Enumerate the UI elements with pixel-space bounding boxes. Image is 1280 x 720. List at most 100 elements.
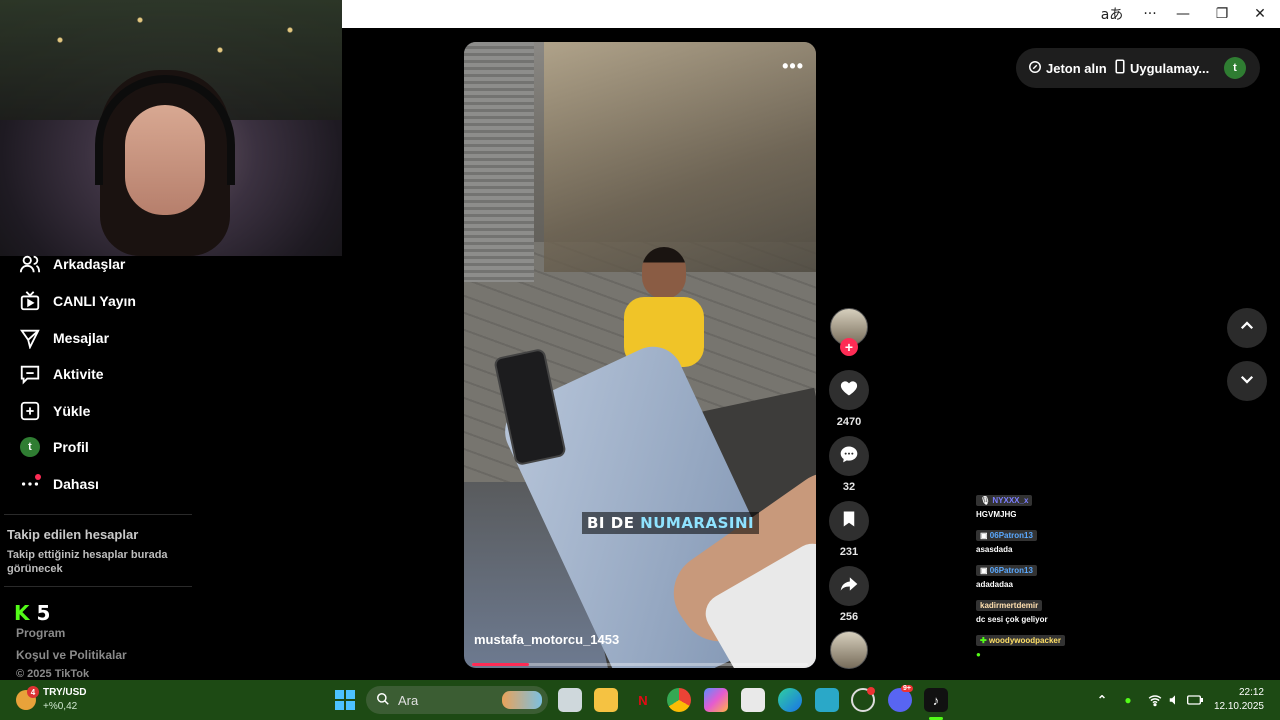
- netflix-icon[interactable]: N: [631, 688, 655, 712]
- chevron-down-icon: [1238, 370, 1256, 393]
- bookmark-icon: [840, 510, 858, 533]
- heart-icon: [839, 378, 859, 403]
- sidebar-item-label: Mesajlar: [53, 330, 110, 346]
- sidebar-item-upload[interactable]: Yükle: [18, 396, 90, 426]
- ticker-change: +%0,42: [43, 701, 78, 712]
- edge-icon[interactable]: [778, 688, 802, 712]
- chat-username-text: kadirmertdemir: [980, 601, 1039, 610]
- sidebar-divider: [4, 514, 192, 515]
- video-author[interactable]: mustafa_motorcu_1453: [474, 632, 619, 647]
- ticker-badge: 4: [27, 686, 39, 698]
- user-avatar[interactable]: t: [1224, 57, 1246, 79]
- previous-video-button[interactable]: [1227, 308, 1267, 348]
- start-button[interactable]: [333, 688, 357, 712]
- profile-avatar-letter: t: [20, 437, 40, 457]
- sound-disc[interactable]: [830, 631, 868, 669]
- translate-icon[interactable]: aあ: [1094, 0, 1130, 28]
- sidebar-item-label: Yükle: [53, 403, 91, 419]
- chevron-up-icon[interactable]: ⌃: [1090, 688, 1114, 712]
- like-button[interactable]: [829, 370, 869, 410]
- minimize-button[interactable]: —: [1165, 0, 1201, 28]
- k5-logo: K K 5 5: [14, 601, 50, 625]
- sidebar-item-friends[interactable]: Arkadaşlar: [18, 249, 125, 279]
- activity-icon: [18, 362, 42, 386]
- sidebar-item-label: CANLI Yayın: [53, 293, 136, 309]
- share-count: 256: [839, 611, 859, 623]
- taskbar: 4 TRY/USD +%0,42 Ara N 9+ ♪ ⌃ ● 22:12 12…: [0, 680, 1280, 720]
- video-scene-shutter: [464, 42, 534, 282]
- video-player[interactable]: ••• BI DE NUMARASINI mustafa_motorcu_145…: [464, 42, 816, 668]
- clock-time[interactable]: 22:12: [1212, 687, 1264, 698]
- clock-date[interactable]: 12.10.2025: [1212, 701, 1264, 712]
- sidebar-item-label: Profil: [53, 439, 89, 455]
- search-icon: [376, 692, 390, 709]
- chat-badge: ▣: [980, 531, 988, 540]
- comment-button[interactable]: [829, 436, 869, 476]
- copilot-icon[interactable]: [704, 688, 728, 712]
- file-explorer-icon[interactable]: [594, 688, 618, 712]
- sidebar-item-live[interactable]: CANLI Yayın: [18, 286, 136, 316]
- search-highlight-image: [502, 691, 542, 709]
- get-app-label: Uygulamay...: [1130, 60, 1210, 76]
- chat-username: 🎙 NYXXX_x: [976, 495, 1033, 506]
- microphone-icon[interactable]: ●: [1116, 688, 1140, 712]
- chat-message: ✚ woodywoodpacker ●: [976, 630, 1106, 659]
- sidebar-item-label: Arkadaşlar: [53, 256, 126, 272]
- tiktok-icon[interactable]: ♪: [924, 688, 948, 712]
- notification-dot: [35, 474, 41, 480]
- more-options-icon[interactable]: ···: [1132, 0, 1168, 28]
- profile-avatar: t: [18, 435, 42, 459]
- kodi-icon[interactable]: [815, 688, 839, 712]
- upload-icon: [18, 399, 42, 423]
- video-menu-icon[interactable]: •••: [782, 56, 804, 77]
- logo-number: 5: [36, 601, 51, 625]
- sidebar-item-profile[interactable]: t Profil: [18, 432, 89, 462]
- sidebar-item-activity[interactable]: Aktivite: [18, 359, 104, 389]
- live-tv-icon: [18, 289, 42, 313]
- chat-message: kadirmertdemir dc sesi çok geliyor: [976, 595, 1106, 624]
- store-icon[interactable]: [741, 688, 765, 712]
- chrome-icon[interactable]: [667, 688, 691, 712]
- coin-icon: [1028, 60, 1042, 77]
- task-view-icon[interactable]: [558, 688, 582, 712]
- video-progress-bar[interactable]: [472, 663, 808, 666]
- chat-text: ●: [976, 650, 981, 659]
- restore-button[interactable]: ❐: [1204, 0, 1240, 28]
- chat-message: 🎙 NYXXX_x HGVMJHG: [976, 490, 1106, 519]
- chat-username: ▣ 06Patron13: [976, 530, 1037, 541]
- chat-username-text: woodywoodpacker: [988, 636, 1061, 645]
- k-logo-mark: K: [14, 601, 30, 625]
- share-icon: [839, 574, 859, 599]
- taskbar-search[interactable]: Ara: [366, 686, 548, 714]
- sidebar-item-label: Aktivite: [53, 366, 104, 382]
- get-app-button[interactable]: Uygulamay...: [1114, 48, 1209, 88]
- video-scene-person-head: [642, 247, 686, 299]
- next-video-button[interactable]: [1227, 361, 1267, 401]
- share-button[interactable]: [829, 566, 869, 606]
- footer-link-terms[interactable]: Koşul ve Politikalar: [16, 648, 127, 662]
- footer-link-program[interactable]: Program: [16, 626, 65, 640]
- battery-icon[interactable]: [1183, 688, 1207, 712]
- chat-username-text: NYXXX_x: [992, 496, 1029, 505]
- follow-button[interactable]: +: [840, 338, 858, 356]
- get-coins-button[interactable]: Jeton alın: [1028, 48, 1107, 88]
- window-titlebar: aあ ··· — ❐ ✕: [342, 0, 1280, 28]
- save-button[interactable]: [829, 501, 869, 541]
- chat-message: ▣ 06Patron13 adadadaa: [976, 560, 1106, 589]
- messages-icon: [18, 326, 42, 350]
- comment-icon: [839, 444, 859, 469]
- sidebar-item-more[interactable]: Dahası: [18, 469, 99, 499]
- sidebar-item-messages[interactable]: Mesajlar: [18, 323, 109, 353]
- comment-count: 32: [842, 481, 856, 493]
- stream-chat-overlay: 🎙 NYXXX_x HGVMJHG ▣ 06Patron13 asasdada …: [976, 490, 1106, 665]
- followed-accounts-desc: Takip ettiğiniz hesaplar burada görünece…: [7, 549, 168, 575]
- ticker-pair[interactable]: TRY/USD: [43, 687, 87, 698]
- save-count: 231: [839, 546, 859, 558]
- phone-icon: [1114, 59, 1126, 77]
- chat-username: kadirmertdemir: [976, 600, 1043, 611]
- chat-badge: ▣: [980, 566, 988, 575]
- like-count: 2470: [836, 416, 862, 428]
- obs-recording-dot: [867, 687, 875, 695]
- close-button[interactable]: ✕: [1242, 0, 1278, 28]
- chat-username: ✚ woodywoodpacker: [976, 635, 1065, 646]
